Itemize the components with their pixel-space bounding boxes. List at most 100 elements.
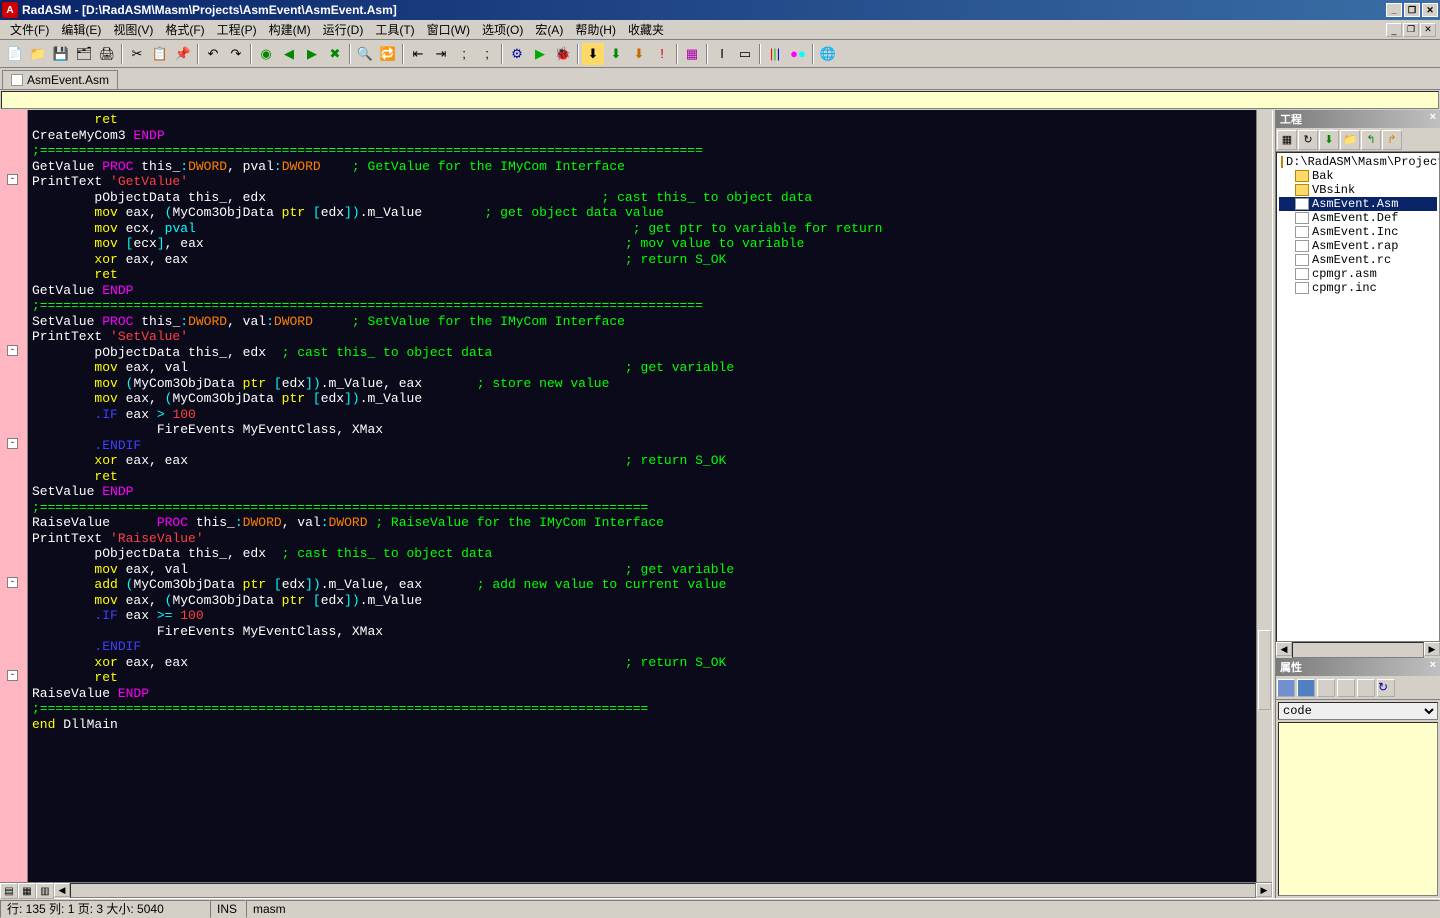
comment-icon[interactable]: ; <box>453 43 475 65</box>
property-combo[interactable]: code <box>1279 703 1437 719</box>
replace-icon[interactable]: 🔁 <box>377 43 399 65</box>
proj-open-icon[interactable]: 📁 <box>1340 130 1360 150</box>
vertical-scrollbar[interactable] <box>1256 110 1272 882</box>
menu-item[interactable]: 窗口(W) <box>421 21 476 38</box>
tree-item[interactable]: AsmEvent.Asm <box>1279 197 1437 211</box>
menu-item[interactable]: 运行(D) <box>317 21 370 38</box>
fold-toggle[interactable]: - <box>7 670 18 681</box>
bookmark-prev-icon[interactable]: ◀ <box>278 43 300 65</box>
tree-item[interactable]: AsmEvent.rap <box>1279 239 1437 253</box>
menu-item[interactable]: 格式(F) <box>159 21 210 38</box>
file-icon <box>1295 268 1309 280</box>
prop-close-icon[interactable]: × <box>1430 659 1436 675</box>
menu-item[interactable]: 工程(P) <box>211 21 263 38</box>
address-bar[interactable] <box>1 91 1439 109</box>
editor-gutter[interactable]: - - - - - <box>0 110 28 882</box>
bookmark-next-icon[interactable]: ▶ <box>301 43 323 65</box>
fold-toggle[interactable]: - <box>7 174 18 185</box>
tree-item[interactable]: cpmgr.inc <box>1279 281 1437 295</box>
tree-scroll-right[interactable]: ▶ <box>1424 642 1440 656</box>
mdi-minimize-button[interactable]: _ <box>1386 23 1402 37</box>
menu-item[interactable]: 视图(V) <box>107 21 159 38</box>
view-btn-3[interactable]: ▥ <box>36 883 54 899</box>
stop-icon[interactable]: ! <box>651 43 673 65</box>
panel-close-icon[interactable]: × <box>1430 111 1436 127</box>
view-btn-1[interactable]: ▤ <box>0 883 18 899</box>
find-icon[interactable]: 🔍 <box>354 43 376 65</box>
horizontal-scrollbar[interactable] <box>70 883 1256 898</box>
tree-item[interactable]: AsmEvent.Def <box>1279 211 1437 225</box>
open-icon[interactable]: 📁 <box>27 43 49 65</box>
mdi-restore-button[interactable]: ❐ <box>1403 23 1419 37</box>
fold-toggle[interactable]: - <box>7 345 18 356</box>
indent-left-icon[interactable]: ⇤ <box>407 43 429 65</box>
prop-btn-2[interactable] <box>1297 679 1315 697</box>
new-icon[interactable]: 📄 <box>4 43 26 65</box>
print-icon[interactable]: 🖨 <box>96 43 118 65</box>
scroll-right-button[interactable]: ▶ <box>1256 883 1272 897</box>
save-icon[interactable]: 💾 <box>50 43 72 65</box>
project-tree[interactable]: D:\RadASM\Masm\Projects\ABakVBsinkAsmEve… <box>1276 152 1440 642</box>
proj-show-icon[interactable]: ▦ <box>1277 130 1297 150</box>
mdi-close-button[interactable]: ✕ <box>1420 23 1436 37</box>
menu-item[interactable]: 编辑(E) <box>55 21 107 38</box>
bookmark-clear-icon[interactable]: ✖ <box>324 43 346 65</box>
indent-right-icon[interactable]: ⇥ <box>430 43 452 65</box>
menu-item[interactable]: 构建(M) <box>263 21 317 38</box>
prop-btn-3[interactable] <box>1317 679 1335 697</box>
restore-button[interactable]: ❐ <box>1404 3 1420 17</box>
redo-icon[interactable]: ↷ <box>225 43 247 65</box>
explorer-icon[interactable]: 🌐 <box>817 43 839 65</box>
compile-icon[interactable]: ⬇ <box>628 43 650 65</box>
proj-next-icon[interactable]: ↱ <box>1382 130 1402 150</box>
prop-btn-5[interactable] <box>1357 679 1375 697</box>
uncomment-icon[interactable]: ; <box>476 43 498 65</box>
paste-icon[interactable]: 📌 <box>172 43 194 65</box>
menu-item[interactable]: 帮助(H) <box>569 21 622 38</box>
minimize-button[interactable]: _ <box>1386 3 1402 17</box>
proj-add-icon[interactable]: ⬇ <box>1319 130 1339 150</box>
tree-scroll-left[interactable]: ◀ <box>1276 642 1292 656</box>
menu-item[interactable]: 工具(T) <box>369 21 420 38</box>
tool2-icon[interactable]: I <box>711 43 733 65</box>
link-icon[interactable]: ⬇ <box>605 43 627 65</box>
assemble-icon[interactable]: ⬇ <box>582 43 604 65</box>
build-icon[interactable]: ⚙ <box>506 43 528 65</box>
palette2-icon[interactable]: ●● <box>787 43 809 65</box>
debug-icon[interactable]: 🐞 <box>552 43 574 65</box>
proj-up-icon[interactable]: ↰ <box>1361 130 1381 150</box>
tree-item[interactable]: VBsink <box>1279 183 1437 197</box>
close-button[interactable]: ✕ <box>1422 3 1438 17</box>
view-btn-2[interactable]: ▦ <box>18 883 36 899</box>
file-tab[interactable]: AsmEvent.Asm <box>2 70 118 89</box>
tree-item[interactable]: AsmEvent.rc <box>1279 253 1437 267</box>
menu-item[interactable]: 文件(F) <box>4 21 55 38</box>
tree-item[interactable]: Bak <box>1279 169 1437 183</box>
prop-refresh-icon[interactable]: ↻ <box>1377 679 1395 697</box>
tree-item[interactable]: AsmEvent.Inc <box>1279 225 1437 239</box>
scroll-thumb[interactable] <box>1258 630 1271 710</box>
file-icon <box>1295 254 1309 266</box>
run-icon[interactable]: ▶ <box>529 43 551 65</box>
property-list[interactable] <box>1278 722 1438 896</box>
code-editor[interactable]: ----- retCreateMyCom3 ENDP;=============… <box>0 110 1272 882</box>
prop-btn-1[interactable] <box>1277 679 1295 697</box>
saveall-icon[interactable]: 🗂 <box>73 43 95 65</box>
cut-icon[interactable]: ✂ <box>126 43 148 65</box>
copy-icon[interactable]: 📋 <box>149 43 171 65</box>
menu-item[interactable]: 收藏夹 <box>622 21 670 38</box>
fold-toggle[interactable]: - <box>7 438 18 449</box>
tool3-icon[interactable]: ▭ <box>734 43 756 65</box>
proj-refresh-icon[interactable]: ↻ <box>1298 130 1318 150</box>
tree-item[interactable]: cpmgr.asm <box>1279 267 1437 281</box>
palette1-icon[interactable]: ||| <box>764 43 786 65</box>
prop-btn-4[interactable] <box>1337 679 1355 697</box>
scroll-left-button[interactable]: ◀ <box>54 883 70 897</box>
menu-item[interactable]: 选项(O) <box>476 21 529 38</box>
undo-icon[interactable]: ↶ <box>202 43 224 65</box>
bookmark-icon[interactable]: ◉ <box>255 43 277 65</box>
tool1-icon[interactable]: ▦ <box>681 43 703 65</box>
fold-toggle[interactable]: - <box>7 577 18 588</box>
tree-item[interactable]: D:\RadASM\Masm\Projects\A <box>1279 155 1437 169</box>
menu-item[interactable]: 宏(A) <box>529 21 569 38</box>
